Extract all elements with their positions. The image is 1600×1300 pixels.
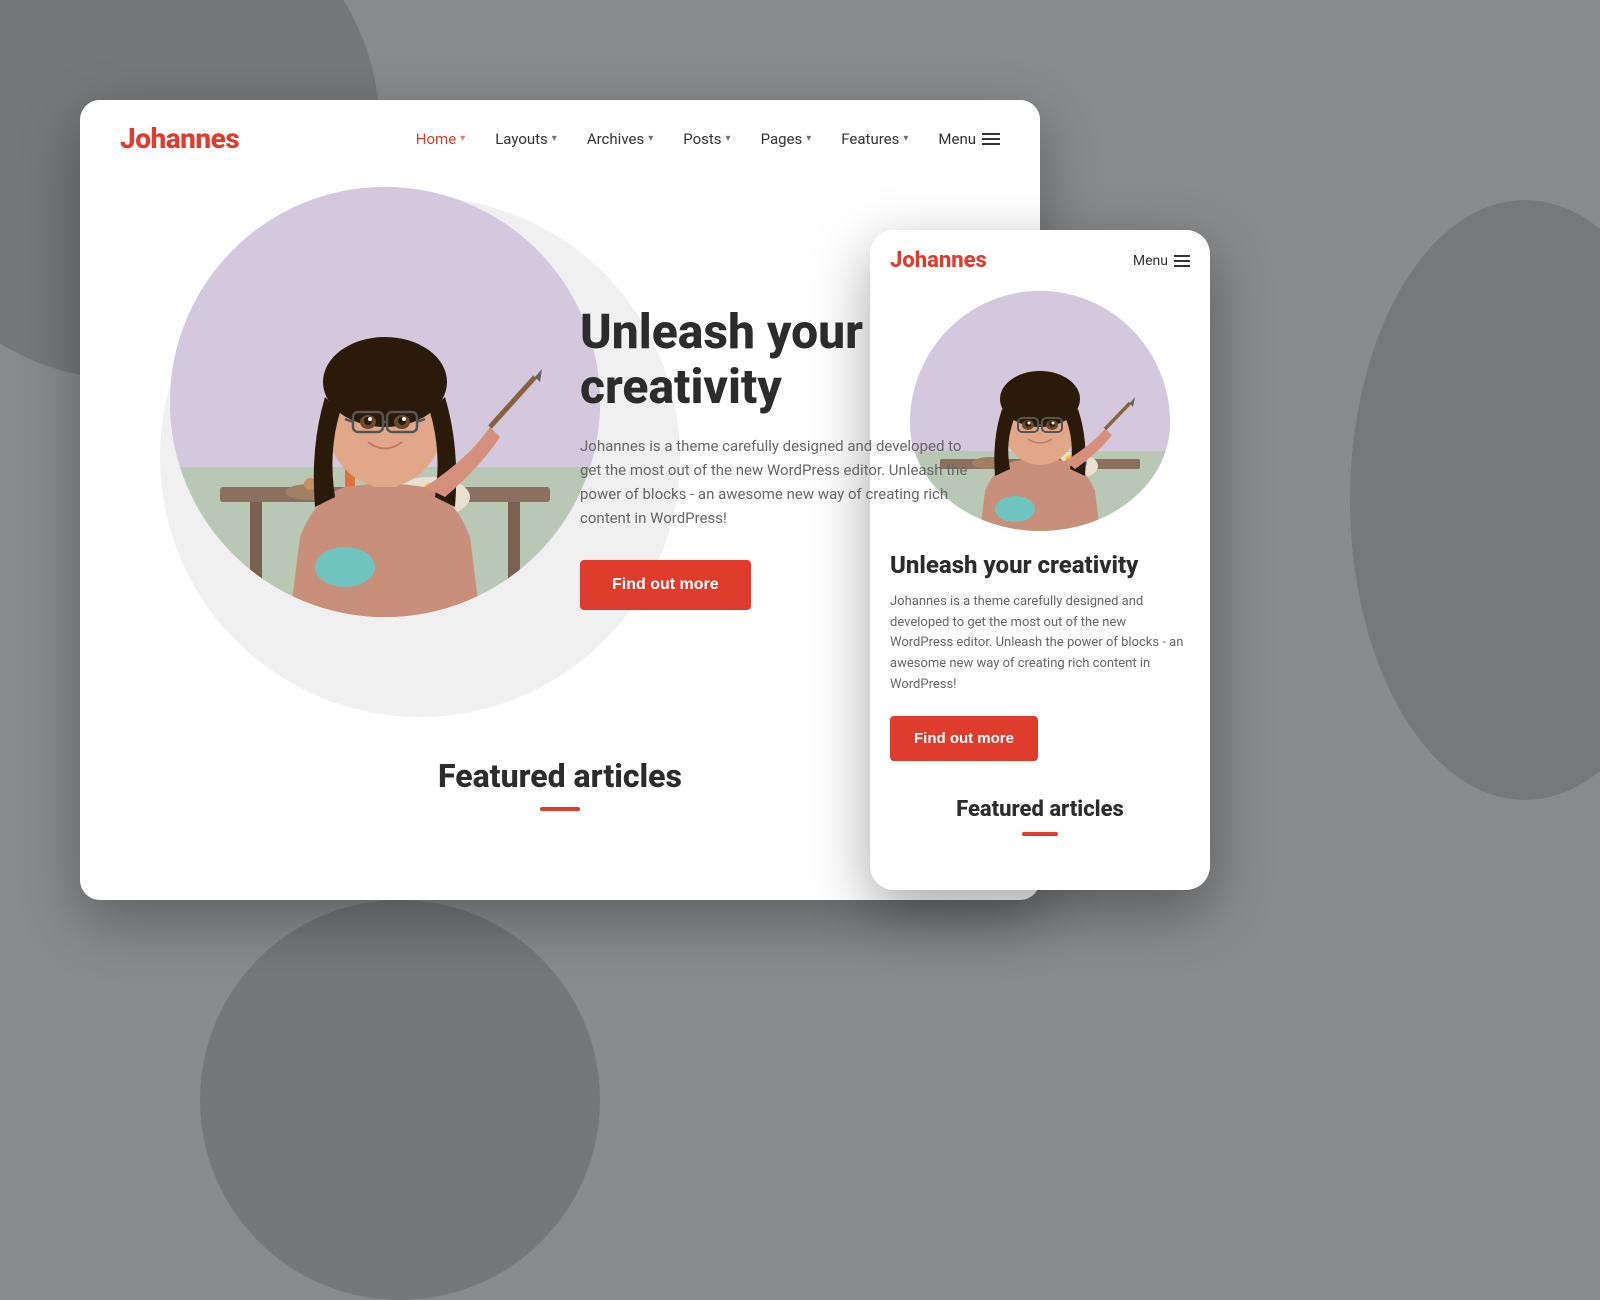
nav-link-features[interactable]: Features ▾: [841, 130, 908, 148]
mobile-featured-title: Featured articles: [870, 797, 1210, 822]
chevron-down-icon: ▾: [552, 133, 557, 144]
chevron-down-icon: ▾: [648, 133, 653, 144]
nav-link-home[interactable]: Home ▾: [416, 130, 465, 148]
bg-blob-right: [1350, 200, 1600, 800]
nav-link-pages[interactable]: Pages ▾: [761, 130, 812, 148]
nav-item-home[interactable]: Home ▾: [416, 130, 465, 148]
nav-item-menu[interactable]: Menu: [938, 130, 1000, 148]
nav-link-archives[interactable]: Archives ▾: [587, 130, 653, 148]
mobile-find-out-button[interactable]: Find out more: [890, 716, 1038, 761]
mobile-hamburger-icon: [1174, 255, 1190, 267]
desktop-hero-description: Johannes is a theme carefully designed a…: [580, 434, 980, 530]
hero-image-circle: [170, 187, 600, 617]
nav-item-posts[interactable]: Posts ▾: [683, 130, 730, 148]
nav-item-pages[interactable]: Pages ▾: [761, 130, 812, 148]
chevron-down-icon: ▾: [903, 133, 908, 144]
chevron-down-icon: ▾: [460, 133, 465, 144]
chevron-down-icon: ▾: [806, 133, 811, 144]
desktop-hero-title: Unleash your creativity: [580, 304, 980, 414]
desktop-find-out-button[interactable]: Find out more: [580, 560, 751, 610]
nav-link-layouts[interactable]: Layouts ▾: [495, 130, 557, 148]
mobile-brand-logo[interactable]: Johannes: [890, 248, 987, 273]
desktop-brand-logo[interactable]: Johannes: [120, 122, 239, 155]
bg-circle-bottom: [200, 900, 600, 1300]
hamburger-icon: [982, 133, 1000, 145]
mobile-featured-underline: [1022, 832, 1058, 836]
mobile-nav: Johannes Menu: [870, 230, 1210, 291]
mobile-featured-section: Featured articles: [870, 781, 1210, 836]
desktop-hero-content: Unleash your creativity Johannes is a th…: [580, 304, 980, 610]
desktop-nav: Johannes Home ▾ Layouts ▾ Archives ▾: [80, 100, 1040, 177]
nav-item-layouts[interactable]: Layouts ▾: [495, 130, 557, 148]
nav-item-features[interactable]: Features ▾: [841, 130, 908, 148]
desktop-featured-underline: [540, 807, 580, 811]
nav-link-posts[interactable]: Posts ▾: [683, 130, 730, 148]
hero-person-image: [170, 187, 600, 617]
nav-item-archives[interactable]: Archives ▾: [587, 130, 653, 148]
mobile-menu-item[interactable]: Menu: [1133, 253, 1190, 269]
desktop-nav-links: Home ▾ Layouts ▾ Archives ▾ Posts: [416, 130, 1000, 148]
chevron-down-icon: ▾: [726, 133, 731, 144]
